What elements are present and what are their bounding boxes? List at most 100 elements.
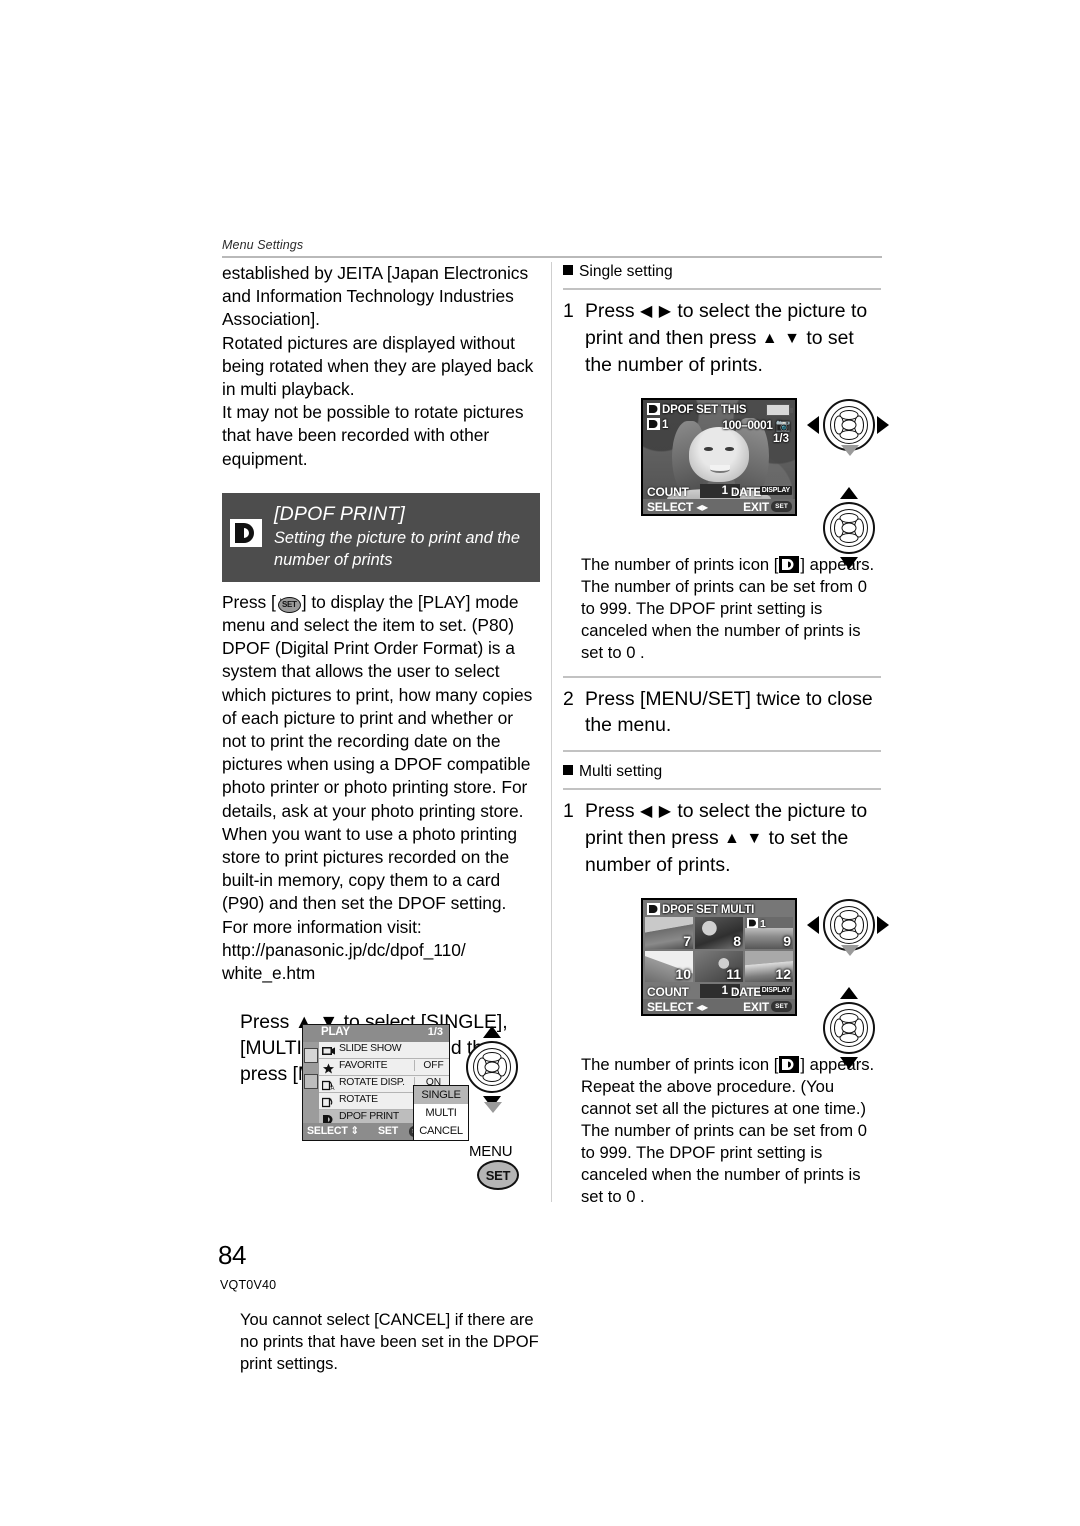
flow-arrow-icon (841, 445, 859, 474)
up-arrow-icon (483, 1026, 501, 1038)
menu-label: ROTATE (339, 1094, 378, 1105)
option-multi[interactable]: MULTI (414, 1104, 468, 1122)
dpad-icon[interactable] (823, 899, 875, 951)
dpad-center[interactable] (841, 1022, 857, 1034)
up-down-arrows-icon: ▲ ▼ (761, 330, 801, 347)
thumbnail[interactable]: 7 (645, 917, 693, 949)
dpad-center[interactable] (484, 1061, 500, 1073)
intro-paragraph-1: established by JEITA [Japan Electronics … (222, 263, 529, 330)
footer-set-label: SET (378, 1125, 399, 1137)
left-right-arrows-icon: ◀ ▶ (639, 303, 673, 320)
flow-arrow-icon (841, 945, 859, 974)
dpof-icon (747, 918, 758, 928)
display-button-icon[interactable]: DISPLAY (759, 986, 792, 995)
svg-text:A: A (331, 1086, 335, 1091)
count-label: COUNT (647, 985, 689, 999)
menu-item-slide-show[interactable]: SLIDE SHOW (319, 1042, 449, 1059)
header-rule (222, 256, 882, 258)
print-count-badge: 1 (747, 918, 766, 930)
column-divider (551, 262, 552, 1202)
print-count-icon (779, 1056, 800, 1073)
page-number: 84 (218, 1240, 246, 1270)
battery-icon (766, 404, 793, 416)
dpad-icon[interactable] (466, 1041, 518, 1093)
thumbnail-number: 11 (726, 966, 741, 982)
single-step-2: 2 Press [MENU/SET] twice to close the me… (563, 688, 873, 736)
intro-paragraph-2: Rotated pictures are displayed without b… (222, 332, 534, 400)
intro-paragraph-3: It may not be possible to rotate picture… (222, 402, 524, 469)
press-menu-prefix: Press [ (222, 591, 276, 612)
step-number: 2 (563, 688, 574, 710)
dpof-explanation: DPOF (Digital Print Order Format) is a s… (222, 638, 533, 821)
banner-subtitle-line2: number of prints (274, 550, 393, 569)
select-label: SELECT ◂▸ (647, 500, 708, 514)
running-head: Menu Settings (222, 238, 304, 252)
set-glyph-icon[interactable]: SET (771, 1001, 792, 1012)
dpof-icon (647, 418, 660, 430)
menu-label: DPOF PRINT (339, 1111, 399, 1122)
dpad-icon[interactable] (823, 399, 875, 451)
left-column: established by JEITA [Japan Electronics … (222, 262, 540, 1375)
play-tab-icon[interactable] (304, 1048, 318, 1063)
dpad-icon[interactable] (823, 1002, 875, 1054)
thumbnail[interactable]: 8 (695, 917, 743, 949)
single-note-icon-appears: The number of prints icon [] appears. (581, 555, 875, 574)
thumbnail-number: 8 (733, 932, 741, 949)
menu-label: ROTATE DISP. (339, 1077, 405, 1088)
thumbnail-number: 12 (775, 966, 791, 982)
dpof-icon (647, 903, 660, 915)
dpad-center[interactable] (841, 419, 857, 431)
option-single[interactable]: SINGLE (414, 1086, 468, 1104)
rotate-icon (321, 1095, 335, 1108)
multi-note-icon-appears: The number of prints icon [] appears. (581, 1055, 875, 1074)
up-arrow-icon (840, 487, 858, 499)
thumbnail[interactable]: 12 (745, 950, 793, 982)
left-right-arrows-icon: ◀ ▶ (639, 803, 673, 820)
cancel-note: You cannot select [CANCEL] if there are … (240, 1310, 539, 1374)
count-bar: COUNT 1 DATE DISPLAY (643, 984, 795, 999)
lcd-title: DPOF SET THIS (647, 403, 746, 416)
thumbnail[interactable]: 11 (695, 950, 743, 982)
lcd-title: DPOF SET MULTI (647, 903, 754, 916)
dpad-icon[interactable] (823, 502, 875, 554)
set-button-icon[interactable]: SET (477, 1160, 519, 1190)
right-arrow-icon (877, 916, 889, 934)
lcd-dpof-set-multi: 7 8 19 10 11 12 DPOF SET MULTI COUNT 1 D… (641, 898, 797, 1016)
divider-rule (563, 676, 881, 678)
down-arrow-icon (840, 1057, 858, 1069)
banner-subtitle-line1: Setting the picture to print and the (274, 528, 521, 547)
option-cancel[interactable]: CANCEL (414, 1122, 468, 1140)
exit-label: EXIT (743, 1000, 769, 1014)
up-down-arrows-icon: ▲ ▼ (724, 830, 764, 847)
single-step-1: 1 Press ◀ ▶ to select the picture to pri… (563, 300, 868, 376)
multi-note-repeat: Repeat the above procedure. (You cannot … (581, 1077, 867, 1118)
select-bar: SELECT ◂▸ EXIT SET (643, 999, 795, 1014)
dpad-center[interactable] (841, 919, 857, 931)
divider-rule (563, 788, 881, 790)
menu-label: SLIDE SHOW (339, 1043, 402, 1054)
multi-note-range: The number of prints can be set from 0 t… (581, 1121, 867, 1206)
menu-value: OFF (414, 1060, 452, 1071)
updown-icon: ⇕ (350, 1125, 360, 1137)
dpof-url-line2: white_e.htm (222, 963, 316, 984)
dpof-print-banner: [DPOF PRINT] Setting the picture to prin… (222, 492, 540, 582)
thumbnail[interactable]: 19 (745, 917, 793, 949)
play-menu-screenshot: PLAY 1/3 SLIDE SHOW FAVORITE OFF A ROTAT… (302, 1024, 469, 1141)
set-glyph-icon[interactable]: SET (771, 501, 792, 512)
dpof-icon (322, 1112, 335, 1124)
setup-tab-icon[interactable] (304, 1074, 318, 1089)
menu-item-favorite[interactable]: FAVORITE OFF (319, 1059, 449, 1076)
print-count-badge: 1 (647, 418, 668, 431)
thumbnail-number: 9 (783, 932, 791, 949)
count-label: COUNT (647, 485, 689, 499)
dpof-url-line1: http://panasonic.jp/dc/dpof_110/ (222, 939, 466, 960)
multi-setting-figure: 7 8 19 10 11 12 DPOF SET MULTI COUNT 1 D… (563, 892, 889, 1069)
single-setting-heading: Single setting (563, 262, 881, 282)
manual-page: Menu Settings established by JEITA [Japa… (0, 0, 1080, 1526)
menu-label: FAVORITE (339, 1060, 388, 1071)
single-setting-figure: DPOF SET THIS 1 100–0001 📷 1/3 COUNT 1 D… (563, 392, 889, 569)
dpad-center[interactable] (841, 522, 857, 534)
thumbnail[interactable]: 10 (645, 950, 693, 982)
display-button-icon[interactable]: DISPLAY (759, 486, 792, 495)
menu-set-icon: MENUSET (276, 593, 302, 613)
